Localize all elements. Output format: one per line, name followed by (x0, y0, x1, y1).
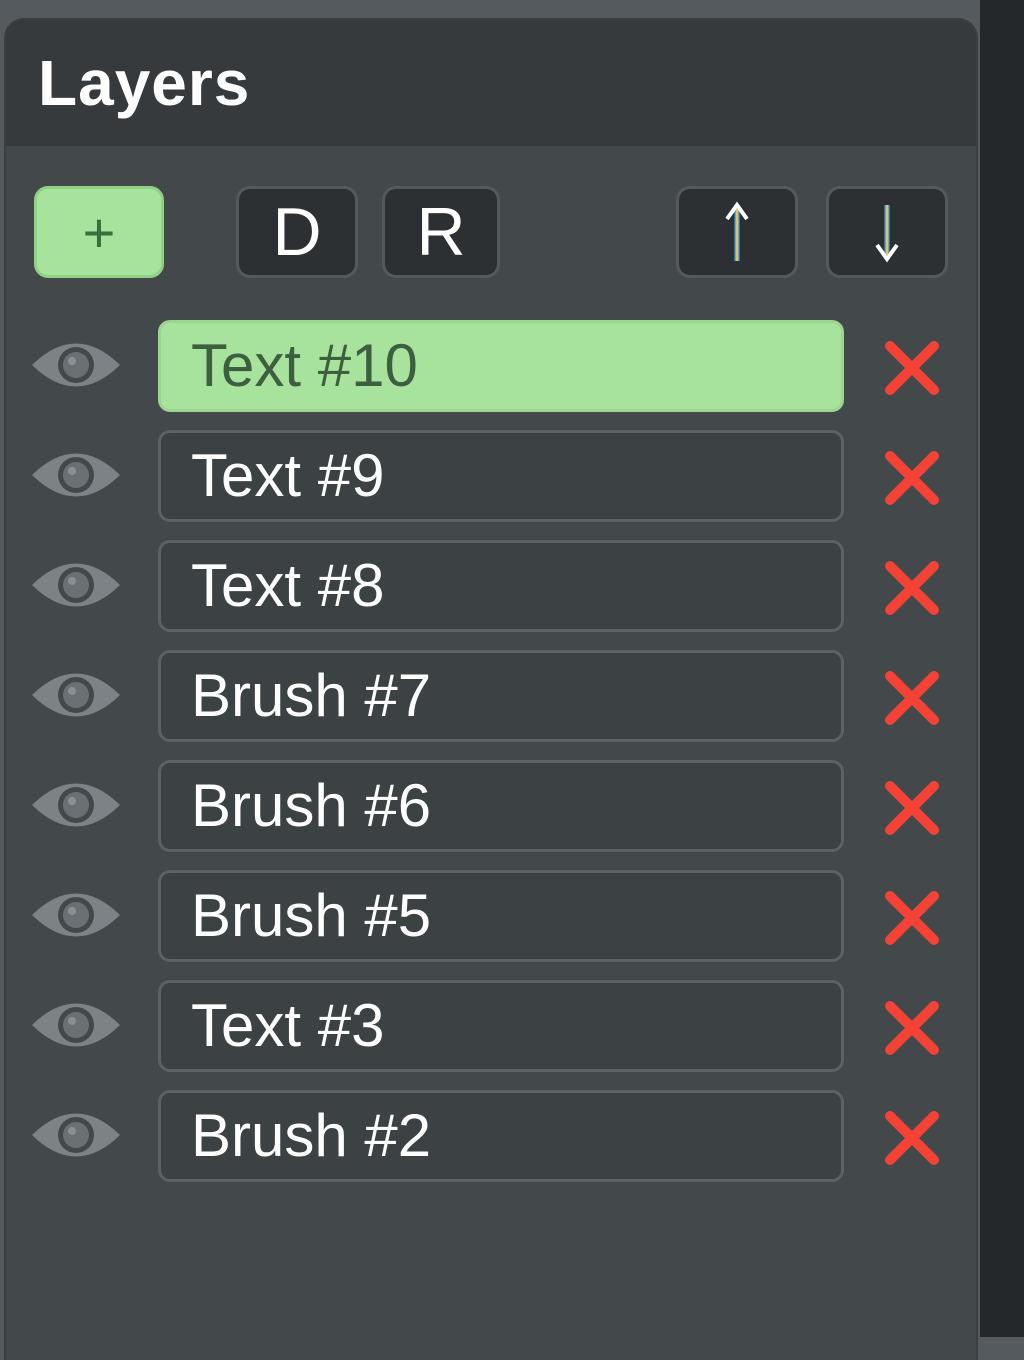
layer-row: Text #8 (0, 536, 1024, 646)
layer-name-button[interactable]: Text #8 (158, 540, 844, 632)
layer-row: Text #9 (0, 426, 1024, 536)
layer-name-button[interactable]: Brush #7 (158, 650, 844, 742)
eye-icon[interactable] (28, 880, 124, 950)
layer-name-button[interactable]: Text #10 (158, 320, 844, 412)
eye-icon[interactable] (28, 770, 124, 840)
layer-row: Text #3 (0, 976, 1024, 1086)
panel-title: Layers (38, 47, 251, 119)
arrow-down-icon (875, 205, 899, 263)
close-icon[interactable] (882, 448, 942, 508)
add-layer-button[interactable]: + (34, 186, 164, 278)
layer-row: Brush #2 (0, 1086, 1024, 1196)
close-icon[interactable] (882, 998, 942, 1058)
close-icon[interactable] (882, 1108, 942, 1168)
layer-name-button[interactable]: Brush #5 (158, 870, 844, 962)
layer-row: Brush #7 (0, 646, 1024, 756)
eye-icon[interactable] (28, 660, 124, 730)
layer-name-button[interactable]: Text #9 (158, 430, 844, 522)
close-icon[interactable] (882, 778, 942, 838)
eye-icon[interactable] (28, 550, 124, 620)
arrow-up-icon (725, 201, 749, 261)
eye-icon[interactable] (28, 330, 124, 400)
close-icon[interactable] (882, 668, 942, 728)
panel-header: Layers (6, 20, 976, 146)
layer-name-button[interactable]: Brush #6 (158, 760, 844, 852)
close-icon[interactable] (882, 888, 942, 948)
close-icon[interactable] (882, 558, 942, 618)
eye-icon[interactable] (28, 990, 124, 1060)
layer-name-button[interactable]: Text #3 (158, 980, 844, 1072)
close-icon[interactable] (882, 338, 942, 398)
layer-row: Text #10 (0, 316, 1024, 426)
rename-layer-button[interactable]: R (382, 186, 500, 278)
layers-list: Text #10 Text #9 Text #8 Brush #7 Brush #6 Br… (0, 316, 1024, 1196)
eye-icon[interactable] (28, 1100, 124, 1170)
move-layer-up-button[interactable] (676, 186, 798, 278)
move-layer-down-button[interactable] (826, 186, 948, 278)
eye-icon[interactable] (28, 440, 124, 510)
layers-toolbar: + D R (6, 146, 976, 326)
duplicate-layer-button[interactable]: D (236, 186, 358, 278)
layer-name-button[interactable]: Brush #2 (158, 1090, 844, 1182)
layer-row: Brush #6 (0, 756, 1024, 866)
layer-row: Brush #5 (0, 866, 1024, 976)
